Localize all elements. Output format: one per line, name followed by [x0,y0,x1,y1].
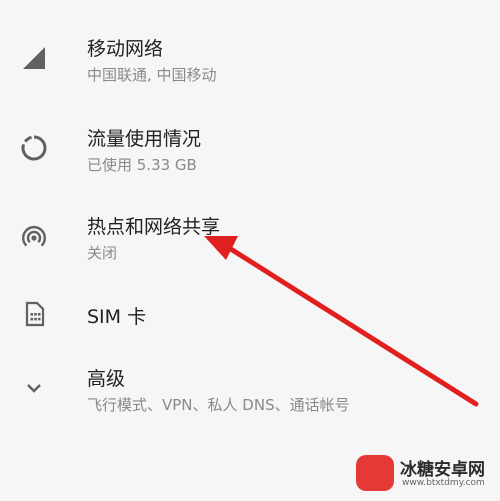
watermark-url: www.btxtdmy.com [402,478,485,488]
setting-subtitle: 飞行模式、VPN、私人 DNS、通话帐号 [87,396,350,414]
watermark-logo: 冰糖安卓网 www.btxtdmy.com [356,453,492,493]
chevron-down-icon [20,374,48,402]
sim-card-icon [20,300,48,328]
setting-subtitle: 已使用 5.33 GB [87,156,197,174]
settings-list: 移动网络 中国联通, 中国移动 流量使用情况 已使用 5.33 GB 热点和网络… [0,0,500,501]
setting-title: 高级 [87,368,126,390]
data-usage-icon [20,134,48,162]
setting-title: 流量使用情况 [87,128,202,150]
setting-subtitle: 中国联通, 中国移动 [87,66,217,84]
setting-title: SIM 卡 [87,306,147,328]
setting-advanced[interactable]: 高级 飞行模式、VPN、私人 DNS、通话帐号 [0,350,500,434]
setting-title: 热点和网络共享 [87,216,221,238]
setting-subtitle: 关闭 [87,244,118,262]
watermark-badge-icon [356,455,394,491]
signal-icon [20,44,48,72]
setting-mobile-network[interactable]: 移动网络 中国联通, 中国移动 [0,20,500,104]
hotspot-icon [20,224,48,252]
setting-title: 移动网络 [87,38,164,60]
watermark-name: 冰糖安卓网 [400,460,485,480]
setting-data-usage[interactable]: 流量使用情况 已使用 5.33 GB [0,110,500,194]
setting-hotspot[interactable]: 热点和网络共享 关闭 [0,198,500,282]
